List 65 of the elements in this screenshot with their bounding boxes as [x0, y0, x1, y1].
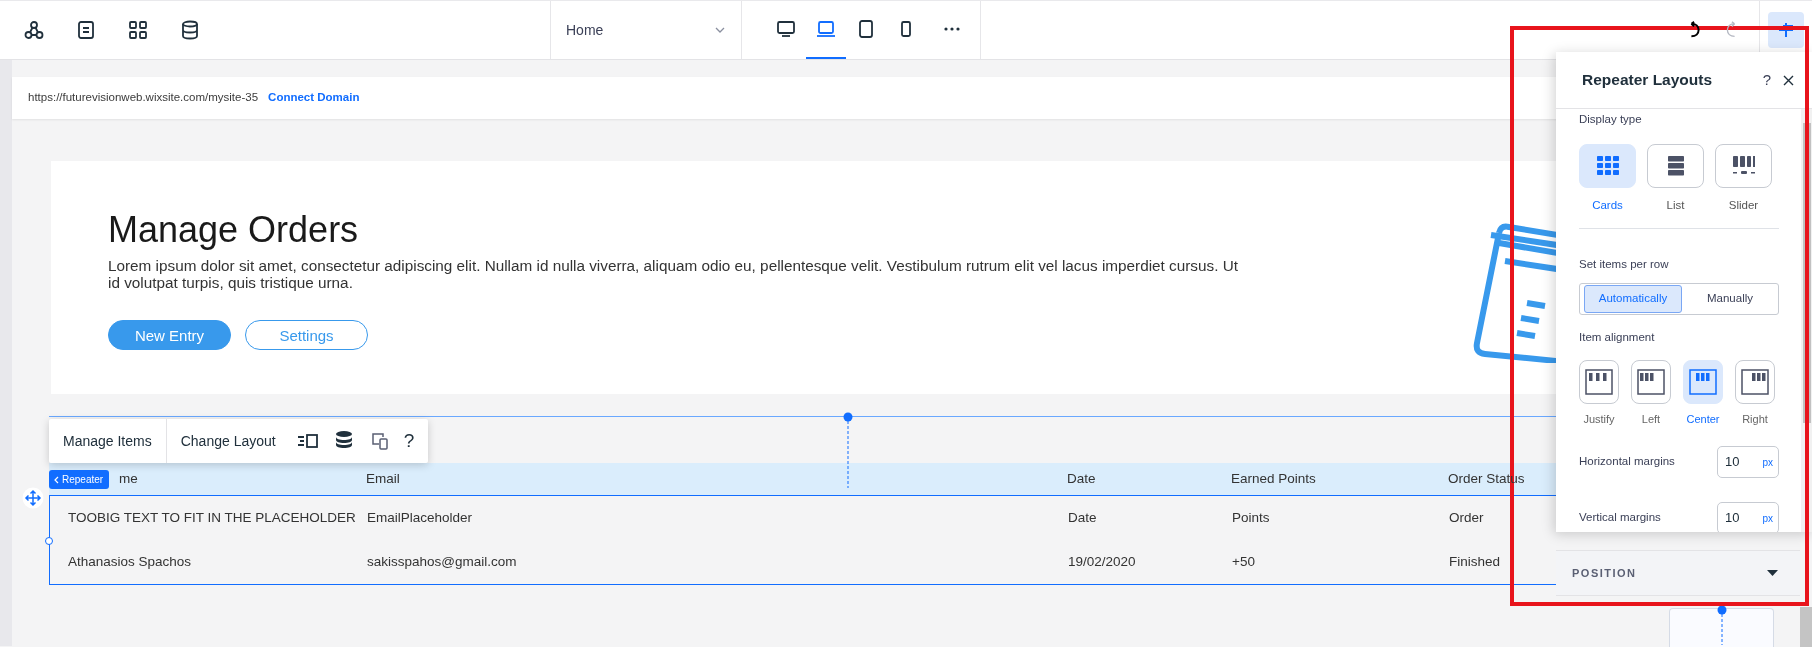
position-guide — [1717, 605, 1727, 645]
move-icon[interactable] — [22, 487, 44, 509]
column-header: Date — [1067, 470, 1096, 486]
list-icon — [1667, 156, 1684, 177]
toolbar-button[interactable]: Change Layout — [166, 419, 290, 463]
field-label: Horizontal margins — [1579, 453, 1675, 469]
section-label: Item alignment — [1579, 329, 1656, 345]
help-button[interactable]: ? — [1754, 68, 1779, 92]
tablet-icon — [858, 19, 874, 39]
mobile-icon — [900, 20, 912, 38]
resize-handle[interactable] — [45, 537, 53, 545]
column-header: me — [119, 470, 138, 486]
database-icon — [181, 20, 199, 40]
section-label: Display type — [1579, 112, 1643, 127]
position-section-header[interactable]: POSITION — [1556, 550, 1800, 596]
table-cell: +50 — [1232, 553, 1255, 569]
toolbar-button[interactable]: ? — [397, 419, 429, 463]
laptop-icon — [816, 20, 836, 38]
repeater-tag[interactable]: Repeater — [49, 470, 110, 489]
alignment-icon — [1637, 369, 1665, 395]
panel-icon — [1777, 22, 1795, 38]
unit-label: px — [1762, 511, 1773, 526]
segment-button[interactable]: Automatically — [1584, 284, 1682, 313]
alignment-icon — [1585, 369, 1613, 395]
devices-icon — [370, 432, 389, 450]
table-cell: Finished — [1449, 553, 1501, 569]
table-cell: Athanasios Spachos — [68, 553, 192, 569]
alignment-icon — [1689, 369, 1717, 395]
caret-down-icon — [1767, 570, 1778, 576]
layout-icon — [296, 433, 319, 449]
page-title: Manage Orders — [108, 208, 360, 252]
scrollbar[interactable] — [1800, 607, 1812, 647]
grid-icon — [1596, 156, 1619, 177]
column-header: Earned Points — [1231, 470, 1316, 486]
chevron-left-icon — [53, 475, 59, 484]
table-cell: Points — [1232, 509, 1270, 525]
table-cell: 19/02/2020 — [1068, 553, 1136, 569]
toolbar-button[interactable]: Manage Items — [49, 419, 166, 463]
scrollbar[interactable] — [1801, 109, 1812, 532]
panel-title: Repeater Layouts — [1582, 70, 1714, 90]
desktop-icon — [776, 20, 796, 38]
description-text: Lorem ipsum dolor sit amet, consectetur adipiscing elit. Nullam id nulla viverra, aliquam odio eu, pellentesque velit. Vestibulum rutrum elit vel lacus imperdiet cursus. Ut id volutpat turpis, quis tristique urna. — [108, 257, 1239, 292]
resize-handle[interactable] — [843, 412, 853, 488]
chevron-down-icon — [715, 27, 725, 33]
page-name: Home — [566, 20, 604, 40]
slider-icon — [1732, 156, 1755, 177]
section-label: Set items per row — [1579, 256, 1670, 272]
segment-button[interactable]: Manually — [1682, 284, 1778, 313]
table-cell: TOOBIG TEXT TO FIT IN THE PLACEHOLDER — [68, 509, 356, 525]
column-header: Email — [366, 470, 400, 486]
close-icon — [1783, 75, 1794, 87]
site-url: https://futurevisionweb.wixsite.com/mysite-35 — [28, 90, 259, 106]
field-label: Vertical margins — [1579, 509, 1661, 525]
table-cell: Order — [1449, 509, 1484, 525]
table-cell: sakisspahos@gmail.com — [367, 553, 517, 569]
table-cell: EmailPlaceholder — [367, 509, 473, 525]
page-dropdown[interactable]: Home — [550, 1, 742, 59]
apps-icon — [128, 20, 148, 40]
table-cell: Date — [1068, 509, 1097, 525]
unit-label: px — [1762, 455, 1773, 470]
nodes-icon — [24, 20, 44, 40]
page-icon — [77, 20, 95, 40]
alignment-icon — [1741, 369, 1769, 395]
more-icon — [944, 27, 960, 31]
connect-domain-link[interactable]: Connect Domain — [268, 89, 360, 107]
